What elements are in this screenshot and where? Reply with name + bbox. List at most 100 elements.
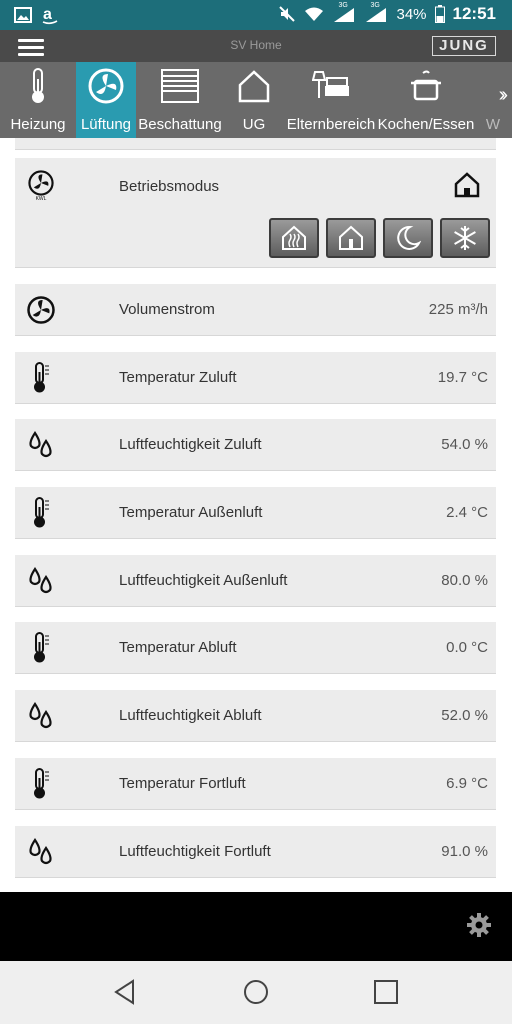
row-label: Temperatur Außenluft [119, 504, 263, 521]
signal-icon-2: 3G [364, 2, 388, 24]
row-value: 54.0 % [441, 436, 488, 453]
list-item-luftfeuchtigkeit-abluft[interactable]: Luftfeuchtigkeit Abluft 52.0 % [15, 690, 496, 742]
tab-label: W [485, 116, 501, 133]
cooking-pot-icon [411, 70, 441, 101]
clock: 12:51 [452, 4, 496, 23]
menu-line [18, 53, 44, 56]
row-label: Luftfeuchtigkeit Fortluft [119, 843, 271, 860]
house-icon [238, 70, 270, 103]
battery-percent: 34% [396, 5, 427, 23]
row-value: 52.0 % [441, 707, 488, 724]
tab-lueftung[interactable]: Lüftung [76, 62, 136, 138]
tab-ug[interactable]: UG [224, 62, 284, 138]
mode-label: Betriebsmodus [119, 178, 220, 195]
list-item-temperatur-abluft[interactable]: Temperatur Abluft 0.0 °C [15, 622, 496, 674]
row-value: 91.0 % [441, 843, 488, 860]
row-label: Luftfeuchtigkeit Abluft [119, 707, 262, 724]
row-label: Temperatur Fortluft [119, 775, 246, 792]
tab-label: Beschattung [138, 116, 222, 133]
gallery-icon [14, 7, 32, 23]
row-value: 2.4 °C [446, 504, 488, 521]
thermometer-icon [25, 497, 57, 529]
room-tabs: Heizung Lüftung Beschattung UG Elternber… [0, 62, 512, 138]
tab-label: Elternbereich [286, 116, 376, 133]
fan-icon [28, 170, 54, 196]
list-item-temperatur-aussenluft[interactable]: Temperatur Außenluft 2.4 °C [15, 487, 496, 539]
mode-buttons [269, 218, 490, 258]
thermometer-icon [25, 632, 57, 664]
house-heat-icon [282, 225, 306, 250]
mode-presence-button[interactable] [326, 218, 376, 258]
home-circle-icon [244, 980, 268, 1004]
status-bar: a 3G 3G 34% 12:51 [0, 0, 512, 30]
tab-elternbereich[interactable]: Elternbereich [284, 62, 378, 138]
mode-frost-button[interactable] [440, 218, 490, 258]
snowflake-icon [454, 226, 476, 250]
tab-label: Kochen/Essen [377, 116, 475, 133]
list-item-luftfeuchtigkeit-fortluft[interactable]: Luftfeuchtigkeit Fortluft 91.0 % [15, 826, 496, 878]
app-header: SV Home JUNG [0, 30, 512, 62]
mode-night-button[interactable] [383, 218, 433, 258]
humidity-drops-icon [25, 429, 57, 461]
brand-logo: JUNG [432, 36, 496, 56]
humidity-drops-icon [25, 565, 57, 597]
row-label: Temperatur Abluft [119, 639, 237, 656]
list-item-temperatur-zuluft[interactable]: Temperatur Zuluft 19.7 °C [15, 352, 496, 404]
chevron-right-icon[interactable]: ›› [499, 84, 509, 107]
kwl-icon: KWL [25, 170, 57, 202]
thermometer-icon [25, 362, 57, 394]
settings-gear-icon[interactable] [466, 912, 492, 943]
battery-icon [434, 5, 445, 23]
row-value: 80.0 % [441, 572, 488, 589]
list-item-temperatur-fortluft[interactable]: Temperatur Fortluft 6.9 °C [15, 758, 496, 810]
recents-square-icon [374, 980, 398, 1004]
kwl-caption: KWL [35, 196, 47, 202]
fan-icon [25, 294, 57, 326]
row-label: Luftfeuchtigkeit Zuluft [119, 436, 262, 453]
fan-icon [88, 68, 124, 104]
back-triangle-icon [114, 979, 134, 1005]
tab-heizung[interactable]: Heizung [0, 62, 76, 138]
signal-icon: 3G [332, 2, 356, 24]
mute-icon [279, 6, 296, 22]
row-value: 0.0 °C [446, 639, 488, 656]
row-value: 6.9 °C [446, 775, 488, 792]
network-label-2: 3G [370, 2, 380, 9]
blinds-icon [161, 69, 199, 103]
amazon-icon: a [42, 6, 58, 25]
row-value: 19.7 °C [437, 369, 488, 386]
list-item-volumenstrom[interactable]: Volumenstrom 225 m³/h [15, 284, 496, 336]
bottom-bar [0, 892, 512, 961]
bed-lamp-icon [312, 71, 349, 98]
thermometer-icon [25, 768, 57, 800]
row-label: Volumenstrom [119, 301, 215, 318]
humidity-drops-icon [25, 700, 57, 732]
list-item-luftfeuchtigkeit-aussenluft[interactable]: Luftfeuchtigkeit Außenluft 80.0 % [15, 555, 496, 607]
wifi-icon [305, 7, 324, 21]
house-icon [454, 172, 480, 203]
tab-label: UG [242, 116, 266, 133]
tab-kochen-essen[interactable]: Kochen/Essen [378, 62, 474, 138]
recents-button[interactable] [373, 979, 399, 1010]
svg-text:a: a [43, 6, 52, 23]
card-sliver [15, 138, 496, 150]
list-item-luftfeuchtigkeit-zuluft[interactable]: Luftfeuchtigkeit Zuluft 54.0 % [15, 419, 496, 471]
tab-label: Lüftung [80, 116, 132, 133]
room-content: KWL Betriebsmodus Volumenstrom 225 m³/h [0, 138, 512, 892]
network-label-1: 3G [338, 2, 348, 9]
mode-card: KWL Betriebsmodus [15, 158, 496, 268]
house-person-icon [339, 225, 363, 250]
mode-heat-button[interactable] [269, 218, 319, 258]
tab-w[interactable]: W [474, 62, 512, 138]
system-nav-bar [0, 961, 512, 1024]
tab-beschattung[interactable]: Beschattung [136, 62, 224, 138]
thermometer-icon [32, 68, 44, 103]
row-label: Luftfeuchtigkeit Außenluft [119, 572, 288, 589]
back-button[interactable] [113, 979, 137, 1010]
row-value: 225 m³/h [428, 301, 488, 318]
row-label: Temperatur Zuluft [119, 369, 237, 386]
home-button[interactable] [243, 979, 269, 1010]
moon-icon [397, 225, 421, 250]
humidity-drops-icon [25, 836, 57, 868]
tab-label: Heizung [10, 116, 66, 133]
